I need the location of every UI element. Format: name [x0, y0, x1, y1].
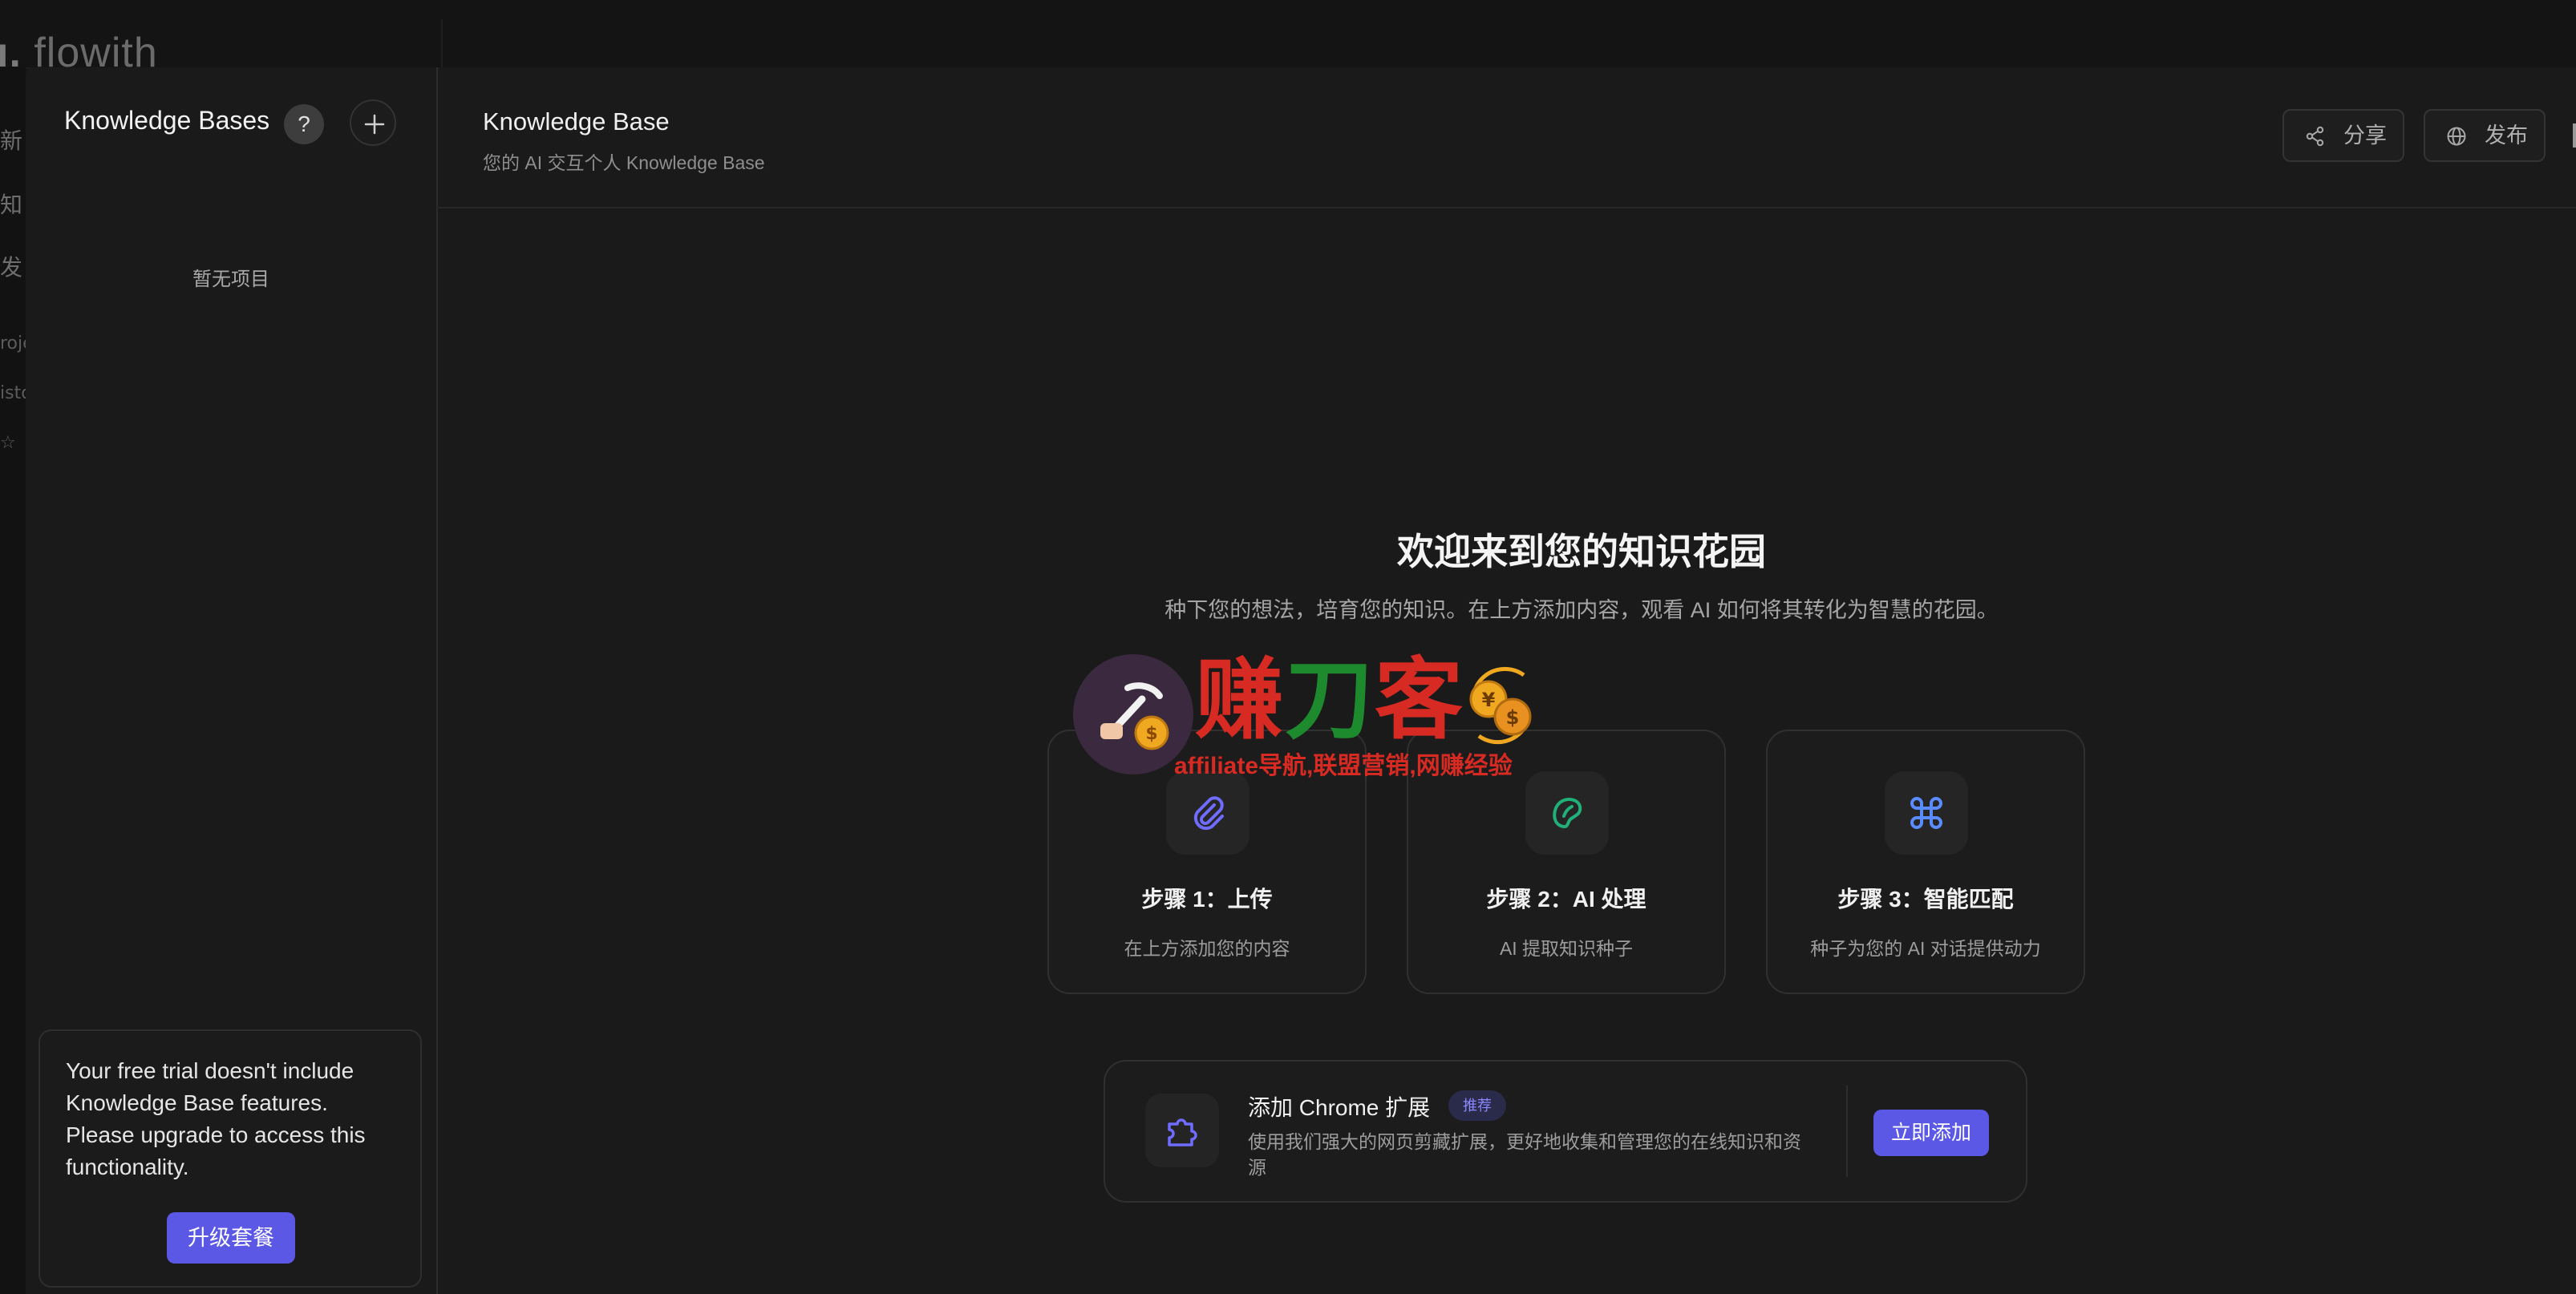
add-knowledge-base-button[interactable] [350, 99, 396, 146]
svg-text:$: $ [1506, 706, 1520, 729]
puzzle-icon [1145, 1094, 1219, 1167]
paperclip-icon [1166, 771, 1250, 855]
watermark-title: 赚刀客 [1195, 651, 1464, 750]
empty-state-text: 暂无项目 [192, 269, 269, 290]
page-title: Knowledge Base [483, 107, 670, 135]
step-description: 在上方添加您的内容 [1124, 938, 1290, 959]
chrome-extension-card: 添加 Chrome 扩展 推荐 使用我们强大的网页剪藏扩展，更好地收集和管理您的… [1104, 1060, 2027, 1203]
plus-icon [364, 114, 385, 135]
step-description: 种子为您的 AI 对话提供动力 [1810, 938, 2041, 959]
step-description: AI 提取知识种子 [1499, 938, 1634, 959]
background-nav: 新 知 发 roje isto ☆ [0, 67, 26, 1294]
step-title: 步骤 2：AI 处理 [1486, 887, 1646, 912]
globe-icon [2447, 127, 2466, 146]
page-subtitle: 您的 AI 交互个人 Knowledge Base [483, 152, 765, 173]
svg-text:$: $ [1145, 724, 1157, 744]
recommended-badge: 推荐 [1448, 1090, 1506, 1121]
topbar-divider [441, 19, 443, 67]
publish-button[interactable]: 发布 [2424, 109, 2546, 162]
background-nav-item[interactable]: 新 [0, 123, 26, 156]
watermark-coin-icon: ¥ $ [1460, 664, 1543, 747]
welcome-title: 欢迎来到您的知识花园 [1397, 531, 1766, 572]
help-button[interactable]: ? [284, 104, 324, 144]
publish-label: 发布 [2485, 123, 2528, 148]
share-button[interactable]: 分享 [2282, 109, 2404, 162]
background-nav-item[interactable]: roje [0, 334, 26, 354]
step-title: 步骤 1：上传 [1141, 887, 1273, 912]
watermark-overlay: $ 赚刀客 ¥ $ affiliate导航,联盟营销,网赚经验 [1073, 653, 1554, 782]
share-icon [2306, 126, 2324, 147]
welcome-description: 种下您的想法，培育您的知识。在上方添加内容，观看 AI 如何将其转化为智慧的花园… [1164, 598, 1999, 622]
upgrade-button[interactable]: 升级套餐 [167, 1212, 295, 1264]
share-label: 分享 [2343, 123, 2387, 148]
background-nav-item[interactable]: isto [0, 383, 26, 403]
card-divider [1846, 1086, 1848, 1177]
chrome-extension-description: 使用我们强大的网页剪藏扩展，更好地收集和管理您的在线知识和资源 [1248, 1131, 1801, 1178]
step-card-smart-match: 步骤 3：智能匹配 种子为您的 AI 对话提供动力 [1766, 730, 2085, 994]
chrome-extension-title: 添加 Chrome 扩展 [1248, 1095, 1431, 1120]
knowledge-bases-sidebar: Knowledge Bases ? 暂无项目 Your free trial d… [26, 67, 438, 1294]
background-nav-item[interactable]: ☆ [0, 433, 26, 453]
watermark-tagline: affiliate导航,联盟营销,网赚经验 [1174, 753, 1513, 779]
sidebar-title: Knowledge Bases [64, 106, 270, 135]
close-icon[interactable] [2573, 123, 2576, 148]
command-icon [1885, 771, 1968, 855]
knowledge-base-panel: Knowledge Bases ? 暂无项目 Your free trial d… [26, 67, 2576, 1294]
background-nav-item[interactable]: 知 [0, 188, 26, 220]
trial-notice-card: Your free trial doesn't include Knowledg… [38, 1029, 422, 1288]
background-nav-item[interactable]: 发 [0, 250, 26, 282]
app-topbar: ı. flowith [0, 0, 2576, 74]
trial-notice-text: Your free trial doesn't include Knowledg… [66, 1058, 366, 1179]
add-extension-button[interactable]: 立即添加 [1873, 1110, 1989, 1156]
seed-icon [1525, 771, 1609, 855]
step-title: 步骤 3：智能匹配 [1837, 887, 2014, 912]
content-header: Knowledge Base 您的 AI 交互个人 Knowledge Base… [436, 67, 2576, 208]
svg-text:¥: ¥ [1482, 689, 1496, 711]
